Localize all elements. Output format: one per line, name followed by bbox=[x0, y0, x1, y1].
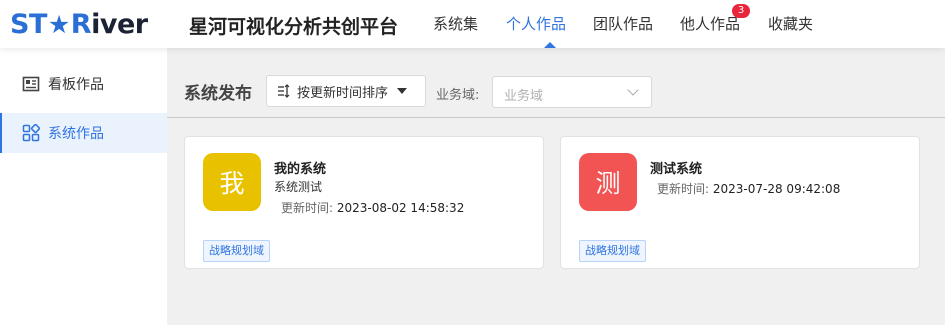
sort-icon bbox=[278, 84, 290, 98]
update-time-label: 更新时间: bbox=[281, 201, 334, 215]
dashboard-icon bbox=[22, 76, 40, 92]
nav-label: 他人作品 bbox=[680, 15, 741, 33]
sidebar: 看板作品 系统作品 bbox=[0, 48, 167, 325]
update-time: 更新时间: 2023-07-28 09:42:08 bbox=[657, 180, 840, 197]
system-description: 系统测试 bbox=[274, 180, 323, 194]
system-card[interactable]: 我 我的系统 系统测试 更新时间: 2023-08-02 14:58:32 战略… bbox=[184, 136, 544, 269]
nav-item-system-set[interactable]: 系统集 bbox=[433, 0, 506, 48]
update-time-value: 2023-08-02 14:58:32 bbox=[336, 201, 465, 215]
top-header: ST ★ R iver 星河可视化分析共创平台 系统集 个人作品 团队作品 他人… bbox=[0, 0, 945, 48]
top-nav: 系统集 个人作品 团队作品 他人作品 3 收藏夹 bbox=[433, 0, 828, 48]
logo-star-icon: ★ bbox=[47, 10, 70, 39]
nav-label: 团队作品 bbox=[593, 15, 654, 33]
nav-label-wrap: 他人作品 3 bbox=[680, 0, 751, 48]
sidebar-item-label: 看板作品 bbox=[48, 77, 104, 93]
nav-label: 系统集 bbox=[433, 15, 479, 33]
nav-item-personal-works[interactable]: 个人作品 bbox=[506, 0, 593, 48]
system-name: 测试系统 bbox=[650, 162, 703, 177]
toolbar: 系统发布 按更新时间排序 业务域: 业务域 bbox=[167, 48, 945, 118]
app-title: 星河可视化分析共创平台 bbox=[189, 16, 399, 38]
system-avatar: 测 bbox=[579, 153, 637, 211]
logo-text-r: R bbox=[70, 9, 92, 40]
domain-placeholder: 业务域 bbox=[504, 89, 544, 104]
main-content: 系统发布 按更新时间排序 业务域: 业务域 我 我的系统 系统测试 更新时间: … bbox=[167, 48, 945, 325]
system-name: 我的系统 bbox=[274, 162, 327, 177]
section-title: 系统发布 bbox=[184, 84, 252, 104]
sort-label: 按更新时间排序 bbox=[297, 85, 389, 101]
chevron-down-icon bbox=[627, 84, 639, 96]
domain-tag[interactable]: 战略规划域 bbox=[579, 240, 646, 262]
sidebar-item-system-works[interactable]: 系统作品 bbox=[0, 113, 167, 153]
caret-down-icon bbox=[397, 88, 408, 94]
notification-badge: 3 bbox=[732, 4, 751, 18]
nav-item-team-works[interactable]: 团队作品 bbox=[593, 0, 680, 48]
nav-item-favorites[interactable]: 收藏夹 bbox=[768, 0, 828, 48]
logo-text-st: ST bbox=[10, 9, 47, 40]
system-card[interactable]: 测 测试系统 更新时间: 2023-07-28 09:42:08 战略规划域 bbox=[560, 136, 920, 269]
sort-dropdown[interactable]: 按更新时间排序 bbox=[266, 75, 426, 107]
nav-label: 个人作品 bbox=[506, 15, 567, 33]
sidebar-item-dashboard-works[interactable]: 看板作品 bbox=[0, 64, 167, 104]
grid-icon bbox=[22, 124, 40, 142]
domain-select[interactable]: 业务域 bbox=[492, 76, 652, 108]
domain-label: 业务域: bbox=[436, 88, 480, 103]
sidebar-item-label: 系统作品 bbox=[48, 126, 104, 142]
nav-label: 收藏夹 bbox=[768, 15, 814, 33]
nav-item-others-works[interactable]: 他人作品 3 bbox=[680, 0, 768, 48]
logo-text-iver: iver bbox=[91, 9, 148, 40]
update-time-value: 2023-07-28 09:42:08 bbox=[712, 182, 841, 196]
starriver-logo[interactable]: ST ★ R iver bbox=[10, 11, 148, 39]
update-time-label: 更新时间: bbox=[657, 182, 710, 196]
update-time: 更新时间: 2023-08-02 14:58:32 bbox=[281, 199, 464, 216]
system-avatar: 我 bbox=[203, 153, 261, 211]
domain-tag[interactable]: 战略规划域 bbox=[203, 240, 270, 262]
